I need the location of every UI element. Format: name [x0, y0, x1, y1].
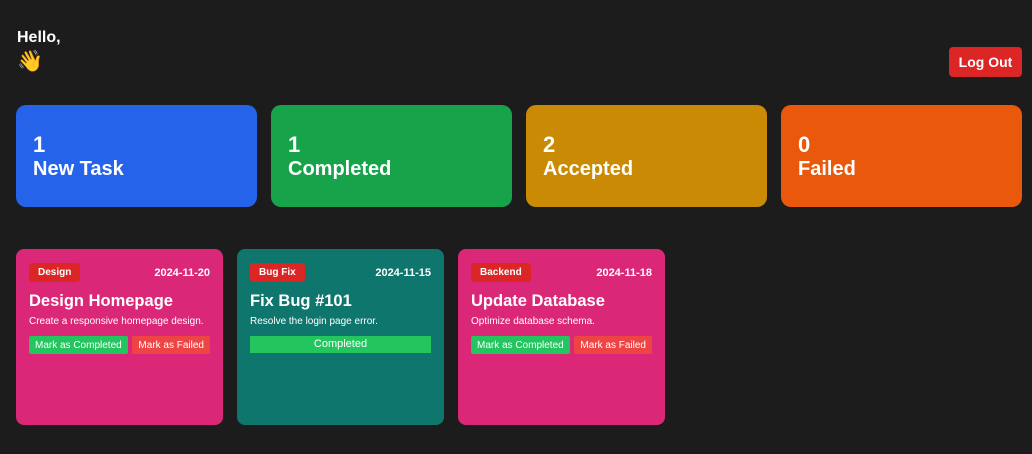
- task-card-design-homepage: Design 2024-11-20 Design Homepage Create…: [16, 249, 223, 425]
- header: Hello, 👋: [17, 28, 61, 74]
- stat-label: Accepted: [543, 158, 634, 180]
- mark-completed-button[interactable]: Mark as Completed: [471, 336, 570, 354]
- stat-card-new-task: 1 New Task: [16, 105, 257, 207]
- stat-label: Failed: [798, 158, 856, 180]
- task-date: 2024-11-18: [596, 266, 652, 279]
- mark-completed-button[interactable]: Mark as Completed: [29, 336, 128, 354]
- stat-card-accepted: 2 Accepted: [526, 105, 767, 207]
- mark-failed-button[interactable]: Mark as Failed: [132, 336, 210, 354]
- task-description: Create a responsive homepage design.: [29, 316, 204, 327]
- logout-button[interactable]: Log Out: [949, 47, 1022, 77]
- completed-status-bar: Completed: [250, 336, 431, 353]
- task-actions: Mark as Completed Mark as Failed: [471, 336, 652, 354]
- task-card-header: Bug Fix 2024-11-15: [250, 263, 431, 282]
- stat-label: New Task: [33, 158, 124, 180]
- greeting-text: Hello,: [17, 29, 61, 46]
- task-date: 2024-11-15: [375, 266, 431, 279]
- task-card-fix-bug: Bug Fix 2024-11-15 Fix Bug #101 Resolve …: [237, 249, 444, 425]
- stat-label: Completed: [288, 158, 392, 180]
- task-title: Fix Bug #101: [250, 292, 352, 310]
- task-card-header: Design 2024-11-20: [29, 263, 210, 282]
- stat-count: 0: [798, 132, 811, 157]
- task-card-update-database: Backend 2024-11-18 Update Database Optim…: [458, 249, 665, 425]
- stat-count: 1: [33, 132, 46, 157]
- task-description: Resolve the login page error.: [250, 316, 378, 327]
- category-badge: Backend: [471, 263, 531, 282]
- stat-card-failed: 0 Failed: [781, 105, 1022, 207]
- category-badge: Bug Fix: [250, 263, 305, 282]
- wave-icon: 👋: [17, 50, 44, 73]
- mark-failed-button[interactable]: Mark as Failed: [574, 336, 652, 354]
- stat-card-completed: 1 Completed: [271, 105, 512, 207]
- task-title: Update Database: [471, 292, 605, 310]
- task-card-header: Backend 2024-11-18: [471, 263, 652, 282]
- stat-count: 1: [288, 132, 301, 157]
- task-description: Optimize database schema.: [471, 316, 595, 327]
- task-actions: Mark as Completed Mark as Failed: [29, 336, 210, 354]
- task-date: 2024-11-20: [154, 266, 210, 279]
- category-badge: Design: [29, 263, 81, 282]
- stat-count: 2: [543, 132, 556, 157]
- task-title: Design Homepage: [29, 292, 173, 310]
